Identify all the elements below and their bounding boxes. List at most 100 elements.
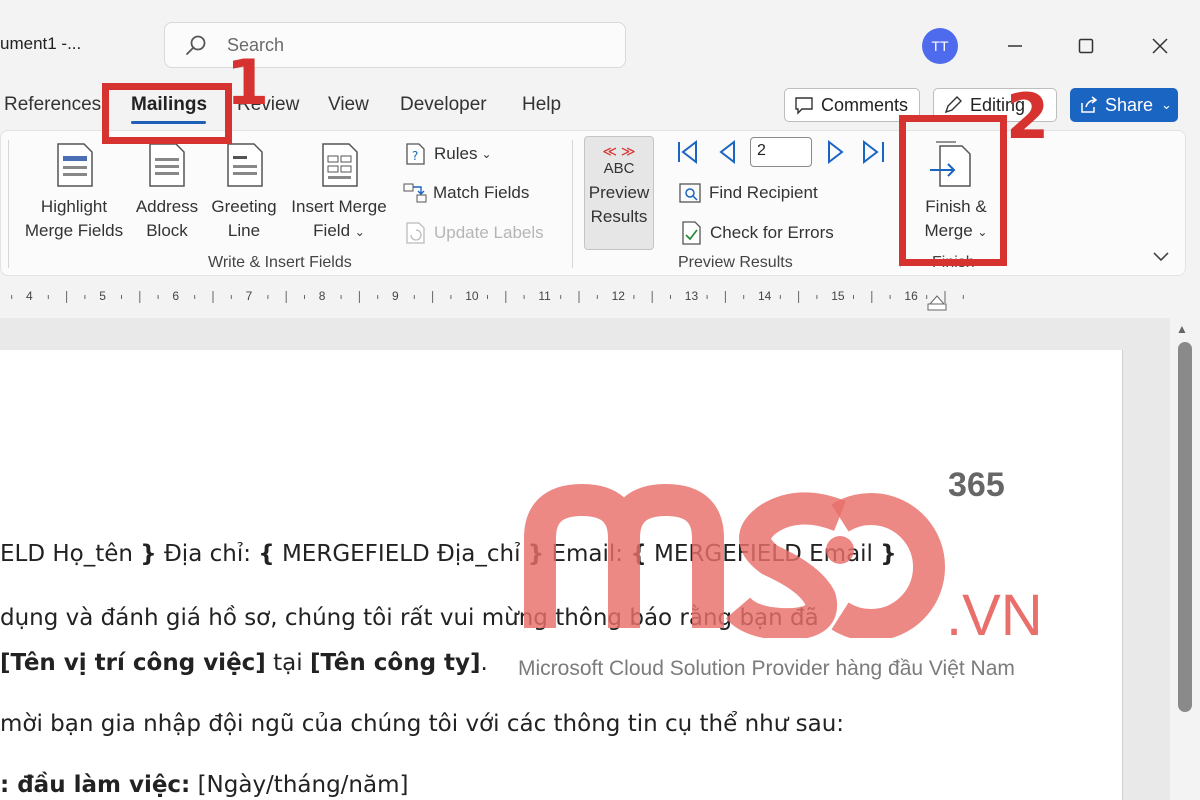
collapse-ribbon-button[interactable] [1152, 250, 1170, 269]
greeting-line-button[interactable]: Greeting Line [206, 140, 282, 243]
highlight-merge-fields-button[interactable]: Highlight Merge Fields [22, 140, 126, 243]
insert-merge-label-2-text: Field [313, 221, 351, 240]
field-brace: } [140, 541, 157, 567]
rules-label: Rules [434, 144, 478, 163]
document-line-5: : đầu làm việc: [Ngày/tháng/năm] [0, 772, 408, 798]
first-record-icon [678, 139, 697, 165]
ruler-number: 5 [99, 289, 106, 303]
address-label-1: Address [135, 197, 199, 216]
highlight-label-2: Merge Fields [24, 221, 124, 240]
ruler-number: 16 [904, 289, 918, 303]
watermark-domain: .VN [946, 583, 1043, 648]
chevron-down-icon: ⌄ [481, 147, 492, 161]
address-label-2: Block [146, 221, 188, 240]
match-fields-button[interactable]: Match Fields [402, 181, 529, 205]
insert-merge-label-2: Field ⌄ [286, 219, 392, 244]
update-labels-button[interactable]: Update Labels [404, 221, 544, 245]
chevron-down-icon: ⌄ [1161, 97, 1172, 112]
chevron-down-icon [1153, 252, 1169, 262]
find-recipient-label: Find Recipient [709, 183, 818, 202]
ruler-number: 12 [611, 289, 625, 303]
search-icon [186, 35, 206, 55]
greeting-line-icon [227, 143, 263, 187]
record-number-input[interactable]: 2 [750, 137, 812, 167]
text-run: . [480, 650, 488, 676]
insert-merge-field-button[interactable]: Insert Merge Field ⌄ [286, 140, 392, 244]
document-line-4: mời bạn gia nhập đội ngũ của chúng tôi v… [0, 711, 845, 737]
rules-icon: ? [406, 143, 425, 165]
maximize-icon [1078, 38, 1094, 54]
previous-record-button[interactable] [714, 139, 740, 170]
share-icon [1081, 96, 1098, 113]
text-run: [Ngày/tháng/năm] [190, 772, 409, 798]
document-line-3: [Tên vị trí công việc] tại [Tên công ty]… [0, 650, 488, 676]
annotation-box-finish-merge [899, 115, 1007, 266]
close-icon [1152, 38, 1168, 54]
ruler-number: 10 [465, 289, 479, 303]
rules-button[interactable]: ? Rules ⌄ [404, 142, 492, 166]
previous-record-icon [719, 139, 735, 165]
minimize-icon [1008, 45, 1022, 47]
avatar[interactable]: TT [922, 28, 958, 64]
share-label: Share [1105, 94, 1154, 115]
pencil-icon [944, 96, 962, 114]
address-block-button[interactable]: Address Block [132, 140, 202, 243]
first-record-button[interactable] [674, 139, 702, 170]
last-record-button[interactable] [860, 139, 888, 170]
ribbon-separator [572, 140, 573, 268]
greeting-label-1: Greeting [211, 197, 277, 216]
abc-label: ABC [603, 160, 635, 177]
watermark-tagline: Microsoft Cloud Solution Provider hàng đ… [518, 657, 1015, 680]
greeting-label-2: Line [227, 221, 261, 240]
tab-view[interactable]: View [328, 94, 369, 116]
scroll-up-icon[interactable]: ▲ [1176, 322, 1188, 336]
document-title: ument1 -... [0, 34, 82, 53]
ruler-number: 9 [392, 289, 399, 303]
annotation-step-1: 1 [226, 46, 270, 119]
check-errors-icon [682, 221, 701, 245]
last-record-icon [863, 139, 884, 165]
maximize-button[interactable] [1066, 30, 1106, 62]
annotation-box-mailings [102, 83, 232, 144]
check-errors-button[interactable]: Check for Errors [680, 220, 834, 246]
watermark-logo [524, 483, 946, 638]
preview-results-group-label: Preview Results [678, 254, 793, 271]
ruler-number: 4 [26, 289, 33, 303]
tab-help[interactable]: Help [522, 94, 561, 116]
match-fields-icon [403, 183, 427, 203]
preview-label-2: Results [590, 207, 648, 226]
tab-developer[interactable]: Developer [400, 94, 487, 116]
chevron-down-icon: ⌄ [354, 225, 365, 239]
next-record-button[interactable] [824, 139, 850, 170]
text-run: : đầu làm việc: [0, 772, 191, 798]
field-brace: { [258, 541, 275, 567]
comment-icon [795, 97, 813, 115]
text-run: tại [265, 650, 310, 676]
comments-label: Comments [821, 94, 909, 115]
find-recipient-button[interactable]: Find Recipient [678, 181, 818, 205]
share-button[interactable]: Share ⌄ [1070, 88, 1178, 122]
text-run: ELD Họ_tên [0, 541, 141, 567]
text-run: [Tên công ty] [309, 650, 481, 676]
preview-results-button[interactable]: ≪ ≫ ABC Preview Results [584, 136, 654, 250]
document-fields-icon [57, 143, 93, 187]
match-fields-label: Match Fields [433, 183, 530, 202]
insert-merge-label-1: Insert Merge [291, 197, 387, 216]
close-button[interactable] [1140, 30, 1180, 62]
tab-references[interactable]: References [4, 94, 101, 116]
write-insert-group-label: Write & Insert Fields [208, 254, 352, 271]
check-errors-label: Check for Errors [710, 223, 834, 242]
ruler-number: 7 [245, 289, 253, 303]
text-run: [Tên vị trí công việc] [0, 650, 266, 676]
update-labels-icon [406, 222, 425, 244]
find-recipient-icon [679, 183, 701, 203]
ruler-number: 8 [318, 289, 326, 303]
update-labels-label: Update Labels [434, 223, 544, 242]
text-run: MERGEFIELD Địa_chỉ [274, 541, 528, 567]
ruler-number: 13 [684, 289, 699, 303]
ribbon-separator [8, 140, 9, 268]
insert-merge-field-icon [322, 143, 358, 187]
scrollbar-thumb[interactable] [1178, 342, 1192, 712]
minimize-button[interactable] [995, 30, 1035, 62]
ruler-number: 11 [538, 289, 551, 303]
